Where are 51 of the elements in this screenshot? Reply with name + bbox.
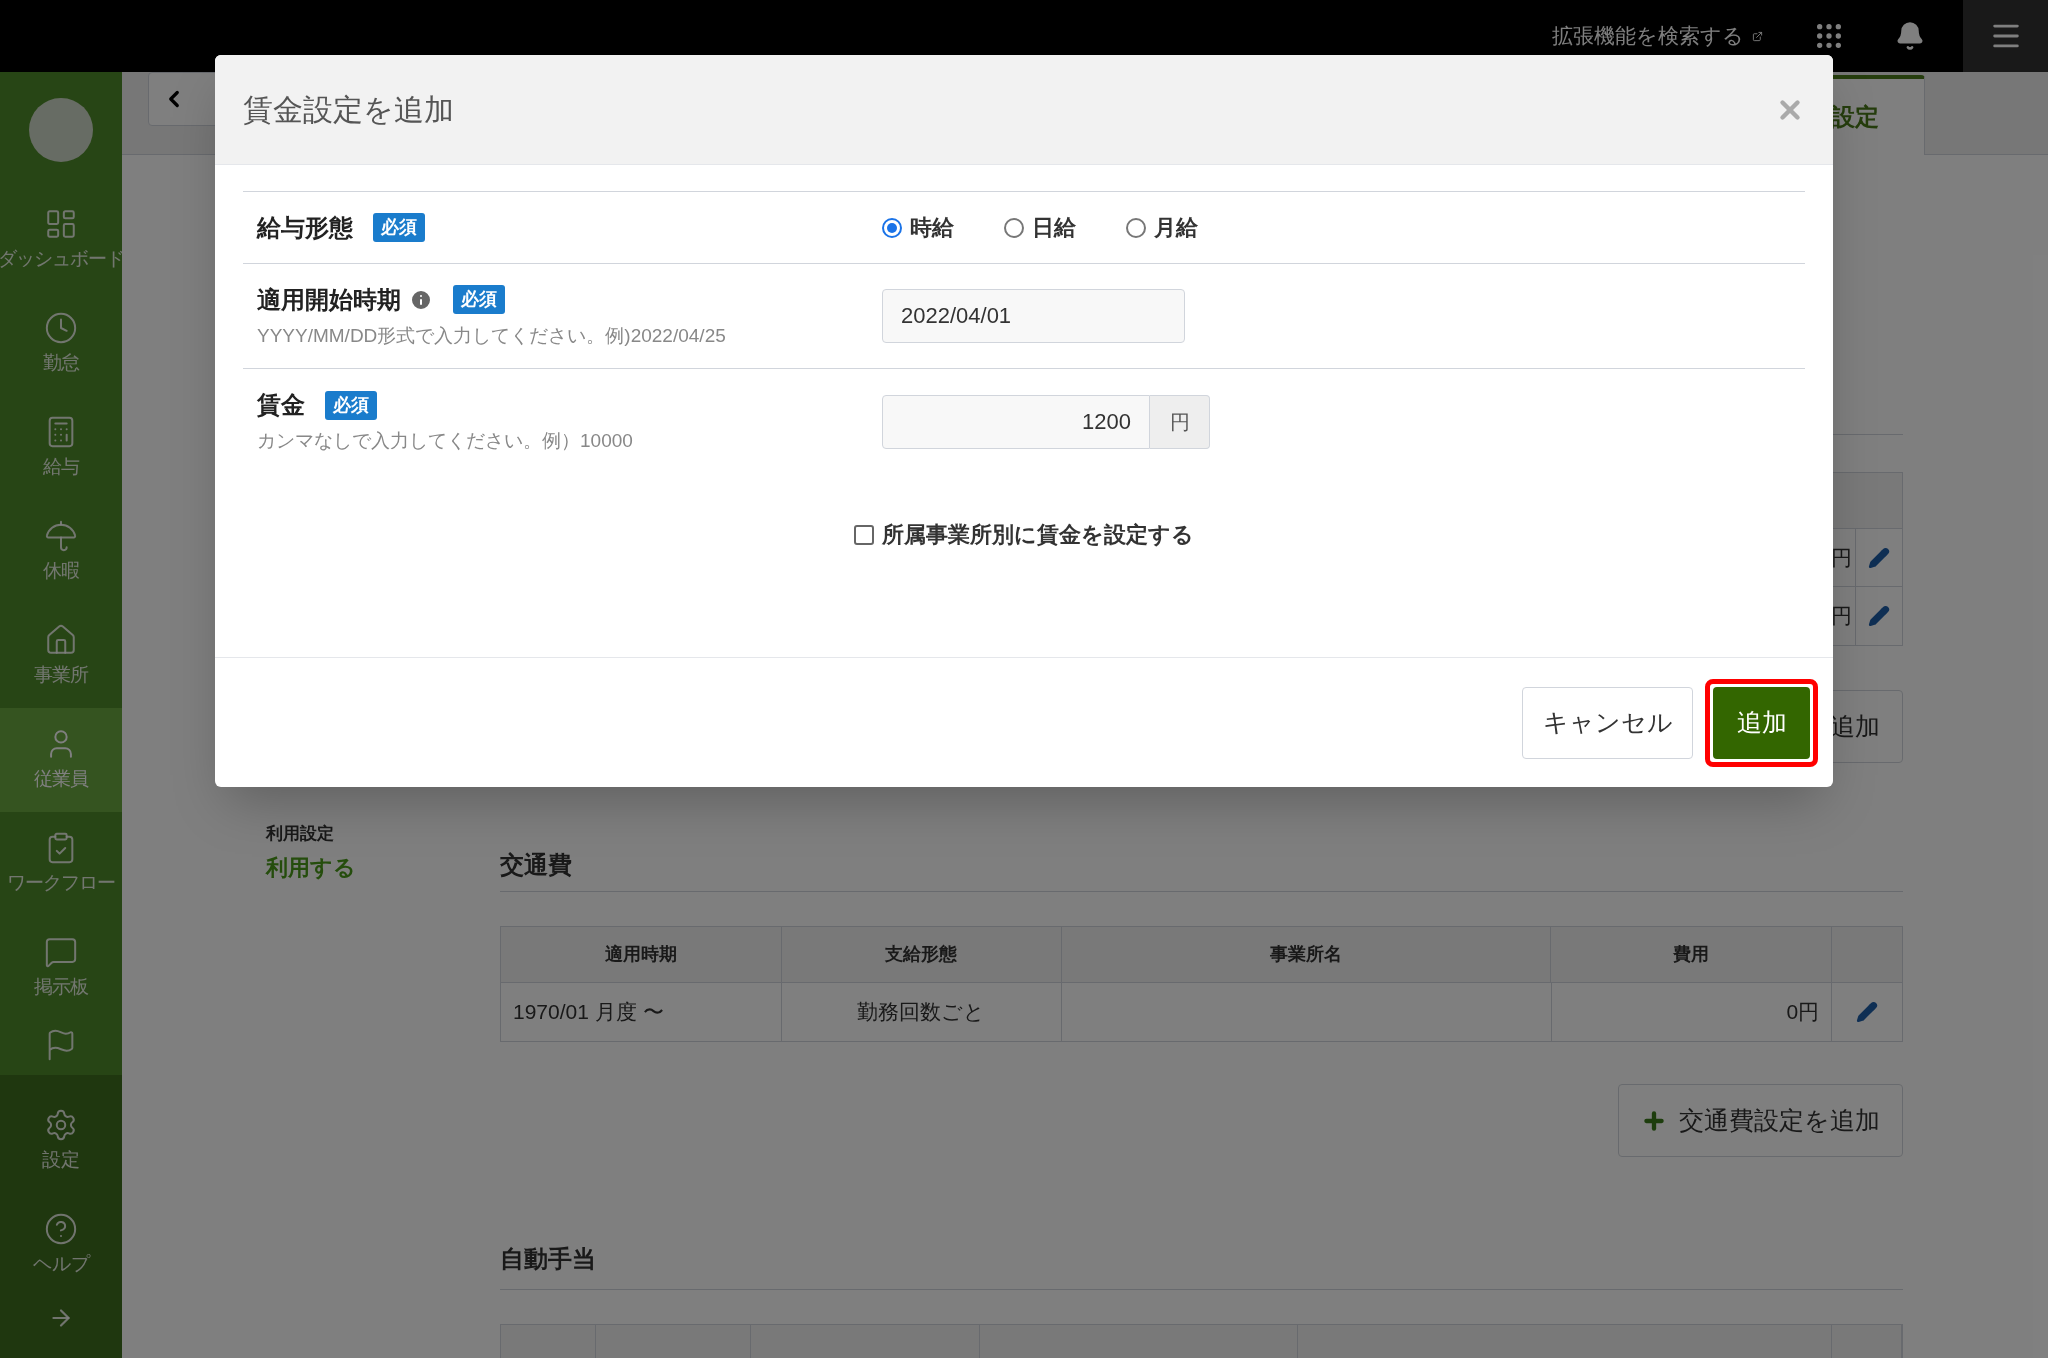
add-transport-button[interactable]: 交通費設定を追加 [1618,1084,1903,1157]
column-header: 費用 [1673,943,1710,966]
date-input[interactable]: 2022/04/01 [882,289,1185,343]
edit-pencil-icon[interactable] [1856,1001,1879,1023]
wage-input[interactable]: 1200 [882,394,1150,449]
submit-button[interactable]: 追加 [1713,686,1810,759]
radio-button[interactable] [882,217,902,238]
sidebar-item[interactable]: 従業員 [0,708,122,812]
table-cell-text: 勤務回数ごと [857,999,986,1026]
settings-icon [44,1107,78,1142]
radio-option[interactable]: 時給 [882,211,954,244]
field-label: 給与形態 [257,212,353,243]
edit-pencil-icon[interactable] [1868,605,1890,627]
checkbox-option[interactable]: 所属事業所別に賃金を設定する [243,518,1805,551]
field-label: 適用開始時期 [257,284,401,315]
unit-addon: 円 [1150,394,1210,449]
sidebar-item[interactable]: 設定 [0,1089,122,1193]
section-title: 自動手当 [500,1245,596,1272]
umbrella-icon [44,518,78,553]
column-header: 適用時期 [604,943,677,966]
menu-button[interactable] [1963,0,2048,72]
field-hint: カンマなしで入力してください。例）10000 [257,429,634,454]
radio-button[interactable] [1004,217,1024,238]
cancel-button[interactable]: キャンセル [1522,686,1693,759]
radio-option[interactable]: 日給 [1004,211,1076,244]
usage-value: 利用する [266,853,357,882]
required-badge: 必須 [373,213,425,242]
dialog-title: 賃金設定を追加 [243,92,454,128]
home-icon [44,622,78,657]
bell-icon[interactable] [1895,21,1925,51]
radio-button[interactable] [1126,217,1146,238]
sidebar-item[interactable]: ヘルプ [0,1193,122,1297]
table-cell-text: 円 [1831,603,1853,630]
checkbox[interactable] [854,524,874,545]
column-header: 事業所名 [1270,943,1343,966]
required-badge: 必須 [453,285,505,315]
table-cell-text: 0円 [1786,999,1820,1026]
table-cell-text: 円 [1831,544,1853,571]
required-badge: 必須 [325,390,377,420]
field-hint: YYYY/MM/DD形式で入力してください。例)2022/04/25 [257,323,727,348]
table-cell-text: 1970/01 月度 〜 [513,999,664,1026]
external-link-icon [1752,30,1763,42]
radio-option[interactable]: 月給 [1126,211,1198,244]
help-icon [44,1211,78,1246]
clock-icon [44,310,78,345]
usage-label: 利用設定 [266,823,335,845]
section-title: 交通費 [500,851,572,878]
column-header: 支給形態 [885,943,958,966]
search-extensions-link[interactable]: 拡張機能を検索する [1552,20,1763,52]
field-label: 賃金 [257,390,305,421]
edit-pencil-icon[interactable] [1868,546,1890,569]
